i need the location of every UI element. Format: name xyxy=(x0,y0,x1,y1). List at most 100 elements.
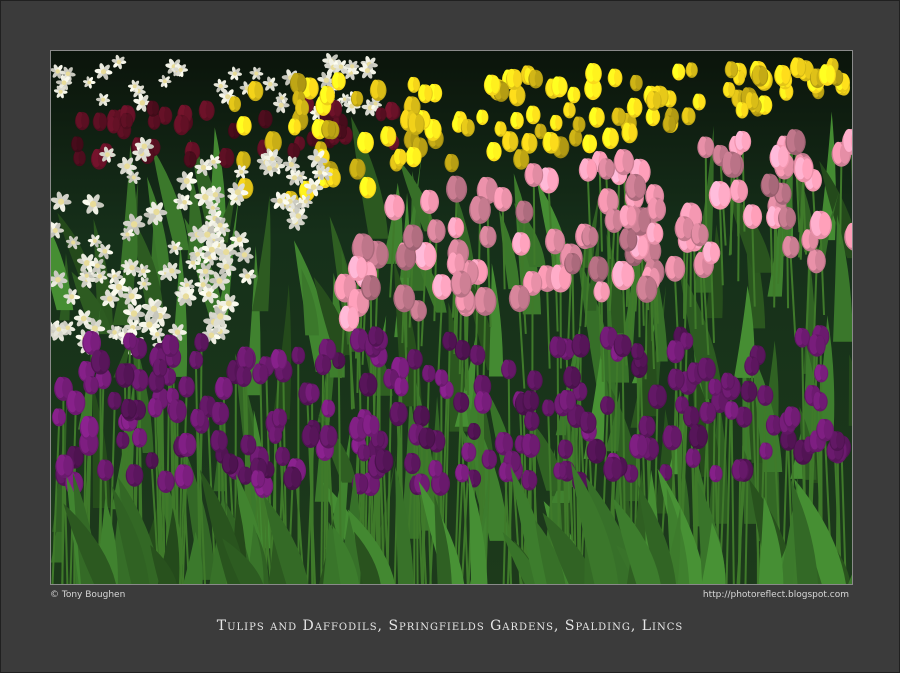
purple-tulip xyxy=(178,376,195,398)
yellow-tulip xyxy=(751,65,769,87)
purple-tulip xyxy=(579,411,597,434)
pink-tulip xyxy=(598,158,615,180)
pink-tulip xyxy=(618,205,638,229)
yellow-tulip xyxy=(662,115,677,133)
yellow-tulip xyxy=(486,141,502,162)
maroon-tulip xyxy=(106,116,121,134)
pink-tulip xyxy=(781,235,800,259)
purple-tulip xyxy=(688,424,708,450)
maroon-tulip xyxy=(375,107,387,122)
pink-tulip xyxy=(734,130,752,153)
pink-tulip xyxy=(420,189,440,214)
yellow-tulip xyxy=(349,158,366,180)
pink-tulip xyxy=(511,232,531,256)
purple-tulip xyxy=(210,430,228,453)
purple-tulip xyxy=(708,378,722,396)
yellow-tulip xyxy=(236,116,252,136)
purple-tulip xyxy=(304,383,320,404)
yellow-tulip xyxy=(483,74,501,96)
yellow-tulip xyxy=(551,76,568,98)
stem xyxy=(737,478,742,584)
yellow-tulip xyxy=(505,68,523,90)
purple-tulip xyxy=(174,464,194,490)
purple-tulip xyxy=(699,402,717,424)
purple-tulip xyxy=(453,392,470,413)
pink-tulip xyxy=(338,305,360,332)
maroon-tulip xyxy=(146,100,160,117)
yellow-tulip xyxy=(585,63,602,85)
yellow-tulip xyxy=(722,81,736,98)
yellow-tulip xyxy=(724,61,739,79)
purple-tulip xyxy=(152,358,168,378)
purple-tulip xyxy=(79,415,99,441)
purple-tulip xyxy=(526,370,543,391)
purple-tulip xyxy=(812,392,828,412)
maroon-tulip xyxy=(92,112,108,132)
pink-tulip xyxy=(588,256,609,283)
purple-tulip xyxy=(194,333,209,352)
yellow-tulip xyxy=(331,72,346,91)
purple-tulip xyxy=(600,396,615,415)
purple-tulip xyxy=(358,372,378,397)
yellow-tulip xyxy=(407,76,421,93)
yellow-tulip xyxy=(563,102,576,119)
yellow-tulip xyxy=(602,127,619,150)
yellow-tulip xyxy=(789,57,807,79)
stem xyxy=(839,164,843,245)
purple-tulip xyxy=(628,434,649,459)
yellow-tulip xyxy=(294,99,310,118)
purple-tulip xyxy=(720,372,735,391)
purple-tulip xyxy=(467,423,481,440)
purple-tulip xyxy=(123,332,137,351)
maroon-tulip xyxy=(73,150,86,167)
yellow-tulip xyxy=(407,113,425,136)
pink-tulip xyxy=(564,252,582,275)
purple-tulip xyxy=(428,460,443,479)
pink-tulip xyxy=(384,194,405,221)
purple-tulip xyxy=(168,399,187,424)
purple-tulip xyxy=(501,359,517,380)
purple-tulip xyxy=(301,425,320,448)
yellow-tulip xyxy=(321,120,337,140)
yellow-tulip xyxy=(525,105,541,125)
pink-tulip xyxy=(742,204,763,229)
purple-tulip xyxy=(586,438,607,464)
pink-tulip xyxy=(690,223,709,247)
pink-tulip xyxy=(524,163,544,188)
pink-tulip xyxy=(445,175,468,203)
purple-tulip xyxy=(367,326,384,347)
purple-tulip xyxy=(210,401,230,426)
pink-tulip xyxy=(702,241,721,265)
purple-tulip xyxy=(563,366,581,389)
yellow-tulip xyxy=(444,153,459,173)
purple-tulip xyxy=(403,452,421,475)
purple-tulip xyxy=(571,333,591,358)
purple-tulip xyxy=(271,408,288,429)
yellow-tulip xyxy=(528,69,544,89)
pink-tulip xyxy=(806,249,826,274)
purple-tulip xyxy=(667,368,685,391)
purple-tulip xyxy=(524,411,540,431)
yellow-tulip xyxy=(685,62,698,78)
purple-tulip xyxy=(794,327,811,348)
purple-tulip xyxy=(731,459,749,482)
purple-tulip xyxy=(221,453,239,475)
yellow-tulip xyxy=(818,64,836,86)
pink-tulip xyxy=(402,224,424,251)
stem xyxy=(773,227,777,308)
pink-tulip xyxy=(664,255,686,282)
purple-tulip xyxy=(434,369,449,387)
pink-tulip xyxy=(450,270,472,298)
yellow-tulip xyxy=(417,84,433,104)
purple-tulip xyxy=(107,391,122,410)
pink-tulip xyxy=(618,228,638,252)
purple-tulip xyxy=(553,462,567,480)
purple-tulip xyxy=(461,442,477,462)
pink-tulip xyxy=(809,210,832,240)
purple-tulip xyxy=(240,434,257,456)
pink-tulip xyxy=(508,284,531,313)
leaf xyxy=(848,354,852,426)
purple-tulip xyxy=(662,425,683,451)
purple-tulip xyxy=(235,366,252,388)
yellow-tulip xyxy=(672,63,686,81)
